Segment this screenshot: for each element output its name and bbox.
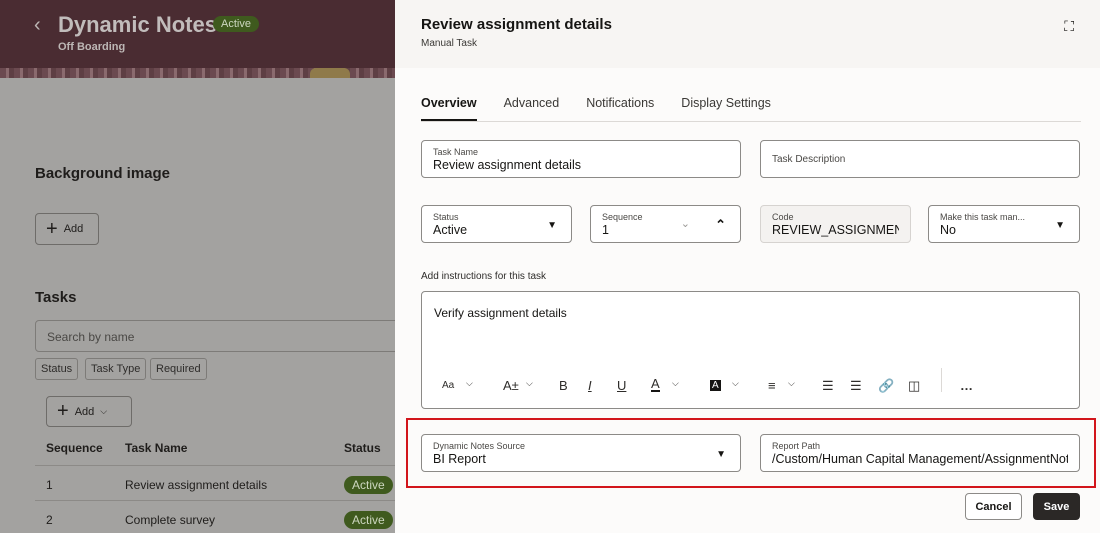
instructions-editor[interactable]: Verify assignment details Aa ⌵ A± ⌵ B I …	[421, 291, 1080, 409]
field-value: REVIEW_ASSIGNMENT_	[772, 223, 899, 237]
page-header: ‹ Dynamic Notes Active Off Boarding	[0, 0, 395, 68]
field-value: /Custom/Human Capital Management/Assignm…	[772, 452, 1068, 466]
field-label: Code	[772, 212, 794, 222]
more-icon[interactable]: …	[960, 378, 973, 393]
tasks-heading: Tasks	[35, 289, 77, 306]
tab-overview[interactable]: Overview	[421, 96, 477, 121]
status-badge: Active	[213, 16, 259, 32]
page-background: ‹ Dynamic Notes Active Off Boarding Back…	[0, 0, 405, 533]
italic-icon[interactable]: I	[588, 378, 592, 393]
align-icon[interactable]: ≡	[768, 378, 776, 393]
plus-icon: +	[46, 217, 58, 240]
filter-status[interactable]: Status	[35, 358, 79, 380]
field-label: Make this task man...	[940, 212, 1026, 222]
banner-image	[0, 68, 395, 78]
add-label: Add	[63, 223, 84, 235]
increment-icon[interactable]: ⌃	[715, 217, 726, 233]
text-color-icon[interactable]: A	[651, 377, 660, 392]
tab-display-settings[interactable]: Display Settings	[681, 96, 771, 121]
task-drawer: Review assignment details Manual Task ⛶ …	[395, 0, 1100, 533]
field-label: Sequence	[602, 212, 643, 222]
chevron-down-icon[interactable]: ⌵	[466, 378, 473, 389]
chevron-down-icon[interactable]: ⌵	[732, 378, 739, 389]
field-label: Task Name	[433, 147, 479, 157]
row-task-name[interactable]: Complete survey	[125, 513, 215, 527]
drawer-subtitle: Manual Task	[421, 38, 477, 49]
row-task-name[interactable]: Review assignment details	[125, 478, 267, 492]
background-heading: Background image	[35, 165, 171, 182]
link-icon[interactable]: 🔗	[878, 378, 894, 394]
page-title: Dynamic Notes	[58, 12, 217, 37]
add-task-button[interactable]: + Add ⌵	[46, 396, 132, 427]
dropdown-caret-icon: ▼	[1055, 220, 1065, 231]
chevron-down-icon[interactable]: ⌵	[788, 378, 795, 389]
add-label: Add	[74, 405, 95, 418]
field-value: 1	[602, 223, 609, 237]
sequence-stepper[interactable]: Sequence 1 ⌄ ⌃	[590, 205, 741, 243]
chevron-down-icon[interactable]: ⌵	[672, 378, 679, 389]
filter-required[interactable]: Required	[150, 358, 207, 380]
instructions-label: Add instructions for this task	[421, 271, 547, 282]
task-description-field[interactable]: Task Description	[760, 140, 1080, 178]
report-path-field[interactable]: Report Path/Custom/Human Capital Managem…	[760, 434, 1080, 472]
row-sequence: 1	[46, 478, 53, 492]
dropdown-caret-icon: ▼	[547, 220, 557, 231]
instructions-text: Verify assignment details	[434, 306, 567, 320]
save-button[interactable]: Save	[1033, 493, 1080, 520]
divider	[35, 500, 395, 501]
font-size-icon[interactable]: A±	[503, 378, 519, 393]
search-input[interactable]: Search by name	[35, 320, 405, 352]
underline-icon[interactable]: U	[617, 378, 626, 393]
tab-bar: Overview Advanced Notifications Display …	[421, 96, 1081, 122]
field-label: Report Path	[772, 441, 821, 451]
dynamic-notes-source-select[interactable]: Dynamic Notes Source BI Report ▼	[421, 434, 741, 472]
add-background-button[interactable]: + Add	[35, 213, 99, 245]
drawer-header: Review assignment details Manual Task ⛶	[395, 0, 1100, 68]
field-value: BI Report	[433, 452, 486, 466]
cancel-button[interactable]: Cancel	[965, 493, 1022, 520]
bold-icon[interactable]: B	[559, 378, 568, 393]
filter-task-type[interactable]: Task Type	[85, 358, 147, 380]
bullet-list-icon[interactable]: ☰	[822, 378, 834, 394]
chevron-down-icon: ⌵	[100, 406, 108, 416]
highlight-color-icon[interactable]: A	[710, 380, 721, 391]
task-name-field[interactable]: Task Name Review assignment details	[421, 140, 741, 178]
dropdown-caret-icon: ▼	[716, 449, 726, 460]
expand-icon[interactable]: ⛶	[1064, 18, 1074, 35]
column-header-sequence: Sequence	[46, 441, 103, 455]
tab-advanced[interactable]: Advanced	[504, 96, 560, 121]
row-sequence: 2	[46, 513, 53, 527]
mandatory-select[interactable]: Make this task man... No ▼	[928, 205, 1080, 243]
plus-icon: +	[57, 400, 69, 422]
page-subtitle: Off Boarding	[58, 41, 126, 53]
decrement-icon[interactable]: ⌄	[681, 217, 690, 230]
field-label: Dynamic Notes Source	[433, 441, 526, 451]
font-family-icon[interactable]: Aa	[442, 380, 454, 391]
code-field: CodeREVIEW_ASSIGNMENT_	[760, 205, 911, 243]
tab-notifications[interactable]: Notifications	[586, 96, 654, 121]
toolbar-separator	[941, 368, 942, 392]
divider	[35, 465, 395, 466]
column-header-status: Status	[344, 441, 381, 455]
chevron-down-icon[interactable]: ⌵	[526, 378, 533, 389]
field-label: Task Description	[772, 154, 846, 165]
row-status-badge: Active	[344, 511, 393, 529]
field-label: Status	[433, 212, 459, 222]
status-select[interactable]: Status Active ▼	[421, 205, 572, 243]
drawer-title: Review assignment details	[421, 16, 612, 33]
numbered-list-icon[interactable]: ☰	[850, 378, 862, 394]
back-icon[interactable]: ‹	[34, 14, 41, 37]
field-value: No	[940, 223, 956, 237]
row-status-badge: Active	[344, 476, 393, 494]
field-value: Active	[433, 223, 468, 237]
embed-icon[interactable]: ◫	[908, 378, 920, 394]
column-header-task-name: Task Name	[125, 441, 188, 455]
field-value: Review assignment details	[433, 158, 581, 172]
